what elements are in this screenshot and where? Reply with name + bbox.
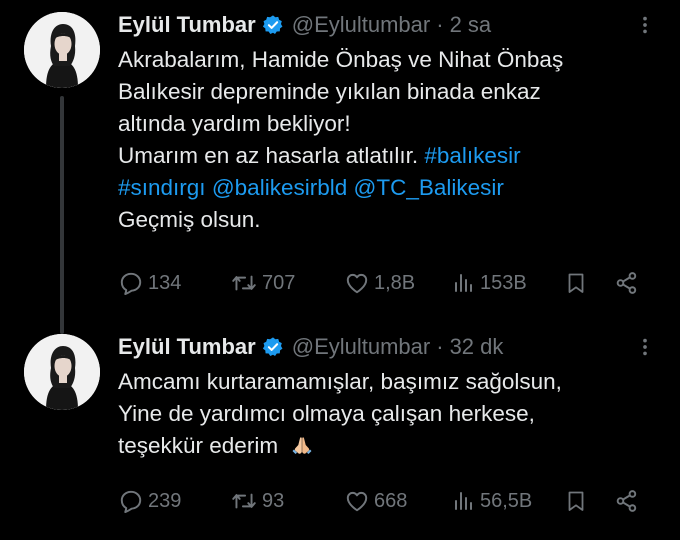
tweet-text-line: Umarım en az hasarla atlatılır. #balıkes… bbox=[118, 140, 660, 172]
tweet-text-line: Geçmiş olsun. bbox=[118, 204, 660, 236]
like-icon bbox=[344, 488, 370, 514]
tweet-text-line: Balıkesir depreminde yıkılan binada enka… bbox=[118, 76, 660, 108]
text-segment: Amcamı kurtaramamışlar, başımız sağolsun… bbox=[118, 369, 562, 394]
tweet-text-line: #sındırgı @balikesirbld @TC_Balikesir bbox=[118, 172, 660, 204]
share-button[interactable] bbox=[614, 486, 640, 516]
timestamp[interactable]: 2 sa bbox=[450, 12, 492, 38]
action-bar: 134 707 1,8B 153B bbox=[118, 268, 660, 298]
tweet-text: Amcamı kurtaramamışlar, başımız sağolsun… bbox=[118, 366, 660, 462]
mention-link[interactable]: @TC_Balikesir bbox=[354, 175, 504, 200]
hashtag-link[interactable]: #sındırgı bbox=[118, 175, 206, 200]
avatar[interactable] bbox=[24, 12, 100, 88]
tweet-text-line: teşekkür ederim bbox=[118, 430, 660, 462]
author-handle[interactable]: @Eylultumbar bbox=[292, 334, 431, 360]
tweet-text-line: altında yardım bekliyor! bbox=[118, 108, 660, 140]
like-count: 668 bbox=[374, 489, 408, 512]
repost-icon bbox=[230, 488, 258, 514]
tweet[interactable]: Eylül Tumbar @Eylultumbar · 2 sa Akrabal… bbox=[0, 0, 680, 334]
views-count: 56,5B bbox=[480, 489, 533, 512]
tweet-text-line: Akrabalarım, Hamide Önbaş ve Nihat Önbaş bbox=[118, 44, 660, 76]
bookmark-icon bbox=[564, 270, 588, 296]
reply-count: 134 bbox=[148, 271, 182, 294]
tweet-text-line: Amcamı kurtaramamışlar, başımız sağolsun… bbox=[118, 366, 660, 398]
mention-link[interactable]: @balikesirbld bbox=[212, 175, 347, 200]
author-name[interactable]: Eylül Tumbar bbox=[118, 12, 256, 38]
repost-button[interactable]: 93 bbox=[230, 486, 284, 516]
tweet-header: Eylül Tumbar @Eylultumbar · 2 sa bbox=[118, 10, 660, 40]
share-button[interactable] bbox=[614, 268, 640, 298]
more-icon[interactable] bbox=[632, 334, 658, 360]
tweet-text-line: Yine de yardımcı olmaya çalışan herkese, bbox=[118, 398, 660, 430]
hashtag-link[interactable]: #balıkesir bbox=[424, 143, 520, 168]
bookmark-icon bbox=[564, 488, 588, 514]
text-segment: Akrabalarım, Hamide Önbaş ve Nihat Önbaş bbox=[118, 47, 564, 72]
views-icon bbox=[452, 488, 476, 514]
share-icon bbox=[614, 488, 640, 514]
bookmark-button[interactable] bbox=[564, 268, 588, 298]
views-count: 153B bbox=[480, 271, 527, 294]
avatar[interactable] bbox=[24, 334, 100, 410]
views-button[interactable]: 153B bbox=[452, 268, 527, 298]
like-icon bbox=[344, 270, 370, 296]
action-bar: 239 93 668 56,5B bbox=[118, 486, 660, 516]
reply-icon bbox=[118, 488, 144, 514]
text-segment: Yine de yardımcı olmaya çalışan herkese, bbox=[118, 401, 535, 426]
text-segment: altında yardım bekliyor! bbox=[118, 111, 351, 136]
repost-button[interactable]: 707 bbox=[230, 268, 295, 298]
tweet-text: Akrabalarım, Hamide Önbaş ve Nihat Önbaş… bbox=[118, 44, 660, 236]
repost-icon bbox=[230, 270, 258, 296]
tweet[interactable]: Eylül Tumbar @Eylultumbar · 32 dk Amcamı… bbox=[0, 322, 680, 540]
reply-count: 239 bbox=[148, 489, 182, 512]
author-name[interactable]: Eylül Tumbar bbox=[118, 334, 256, 360]
share-icon bbox=[614, 270, 640, 296]
text-segment: Balıkesir depreminde yıkılan binada enka… bbox=[118, 79, 541, 104]
reply-button[interactable]: 239 bbox=[118, 486, 181, 516]
views-icon bbox=[452, 270, 476, 296]
text-segment: Umarım en az hasarla atlatılır. bbox=[118, 143, 425, 168]
text-segment: teşekkür ederim bbox=[118, 433, 279, 458]
like-count: 1,8B bbox=[374, 271, 416, 294]
thread-line bbox=[60, 96, 64, 334]
text-segment: Geçmiş olsun. bbox=[118, 207, 261, 232]
views-button[interactable]: 56,5B bbox=[452, 486, 532, 516]
reply-icon bbox=[118, 270, 144, 296]
folded-hands-emoji bbox=[290, 433, 314, 457]
verified-badge-icon bbox=[262, 336, 284, 358]
separator-dot: · bbox=[436, 12, 444, 37]
bookmark-button[interactable] bbox=[564, 486, 588, 516]
verified-badge-icon bbox=[262, 14, 284, 36]
like-button[interactable]: 1,8B bbox=[344, 268, 415, 298]
repost-count: 93 bbox=[262, 489, 285, 512]
more-icon[interactable] bbox=[632, 12, 658, 38]
repost-count: 707 bbox=[262, 271, 296, 294]
separator-dot: · bbox=[436, 334, 444, 359]
author-handle[interactable]: @Eylultumbar bbox=[292, 12, 431, 38]
like-button[interactable]: 668 bbox=[344, 486, 407, 516]
reply-button[interactable]: 134 bbox=[118, 268, 181, 298]
tweet-header: Eylül Tumbar @Eylultumbar · 32 dk bbox=[118, 332, 660, 362]
timestamp[interactable]: 32 dk bbox=[450, 334, 504, 360]
